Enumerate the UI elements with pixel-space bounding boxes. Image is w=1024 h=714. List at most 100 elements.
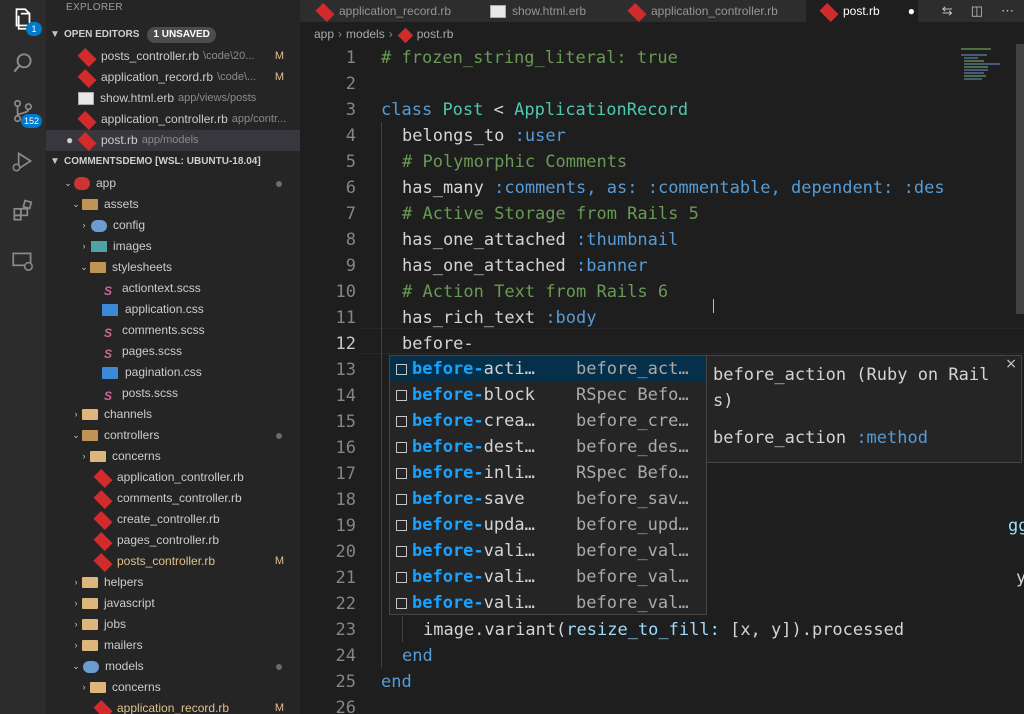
change-dot-icon	[276, 664, 282, 670]
folder-icon	[90, 682, 106, 693]
suggestion-label: before-block	[412, 382, 535, 408]
suggestion-match: before-	[412, 385, 484, 405]
compare-icon[interactable]: ⇆	[942, 3, 953, 19]
open-editor-item-active[interactable]: ● post.rb app/models	[46, 130, 300, 152]
minimap-line	[964, 63, 1000, 65]
tree-file[interactable]: Scomments.scss	[46, 320, 300, 341]
minimap[interactable]	[955, 44, 1015, 244]
tree-folder-javascript[interactable]: › javascript	[46, 593, 300, 614]
tree-file[interactable]: application_controller.rb	[46, 467, 300, 489]
extensions-icon[interactable]	[8, 196, 38, 226]
chevron-down-icon: ▼	[50, 29, 60, 40]
tab-label: application_record.rb	[339, 4, 452, 18]
suggestion-item[interactable]: before-save before_sav…	[390, 486, 706, 512]
tree-file[interactable]: Spages.scss	[46, 341, 300, 362]
tree-file[interactable]: application.css	[46, 299, 300, 320]
suggestion-rest: vali…	[483, 541, 535, 561]
line-number: 11	[335, 308, 356, 328]
line-number: 5	[345, 152, 356, 172]
ruby-file-icon	[93, 510, 113, 531]
tree-file[interactable]: Sposts.scss	[46, 383, 300, 404]
tab-show-html-erb[interactable]: show.html.erb	[488, 0, 586, 22]
suggestion-item[interactable]: before-dest… before_des…	[390, 434, 706, 460]
tree-file[interactable]: comments_controller.rb	[46, 488, 300, 510]
chevron-right-icon: ›	[74, 577, 78, 587]
tree-file[interactable]: application_record.rb M	[46, 698, 300, 714]
scss-file-icon: S	[103, 325, 112, 340]
tree-label: application.css	[125, 302, 204, 316]
tree-folder-mailers[interactable]: › mailers	[46, 635, 300, 656]
tree-label: application_record.rb	[117, 701, 230, 714]
config-folder-icon	[91, 219, 107, 232]
breadcrumb-item[interactable]: models	[346, 27, 385, 41]
images-folder-icon	[91, 241, 107, 252]
scrollbar-thumb[interactable]	[1016, 44, 1024, 314]
tab-post-rb[interactable]: post.rb ●	[806, 0, 918, 22]
explorer-icon[interactable]: 1	[8, 4, 42, 36]
tree-folder-models[interactable]: ⌄ models	[46, 656, 300, 677]
unsaved-dot-icon[interactable]: ●	[908, 2, 915, 20]
open-editor-name: show.html.erb	[100, 91, 175, 105]
close-icon[interactable]: ×	[1005, 356, 1017, 372]
tab-application-controller[interactable]: application_controller.rb	[626, 0, 778, 22]
sidebar-title: EXPLORER	[66, 2, 123, 13]
tree-label: models	[105, 659, 144, 673]
split-editor-icon[interactable]: ◫	[971, 3, 983, 19]
code-line: end	[402, 646, 433, 666]
tree-folder-concerns[interactable]: › concerns	[46, 677, 300, 698]
open-editor-name: application_record.rb	[101, 70, 214, 84]
workspace-header[interactable]: ▼ COMMENTSDEMO [WSL: UBUNTU-18.04]	[46, 151, 300, 173]
line-number: 10	[335, 282, 356, 302]
breadcrumb-item[interactable]: app	[314, 27, 334, 41]
code-token: :thumbnail	[576, 230, 679, 250]
search-icon[interactable]	[8, 48, 38, 78]
tree-file[interactable]: Sactiontext.scss	[46, 278, 300, 299]
tree-file[interactable]: pages_controller.rb	[46, 530, 300, 552]
suggestion-item[interactable]: before-acti… before_act…	[390, 356, 706, 382]
line-number: 12	[335, 334, 356, 354]
tree-folder-config[interactable]: › config	[46, 215, 300, 236]
suggestion-rest: crea…	[483, 411, 535, 431]
open-editor-item[interactable]: show.html.erb app/views/posts	[46, 88, 300, 109]
tab-application-record[interactable]: application_record.rb	[314, 0, 451, 22]
tree-folder-assets[interactable]: ⌄ assets	[46, 194, 300, 215]
suggestion-item[interactable]: before-vali… before_val…	[390, 538, 706, 564]
suggestion-detail: before_act…	[576, 359, 689, 379]
tree-file[interactable]: posts_controller.rb M	[46, 551, 300, 573]
tree-folder-channels[interactable]: › channels	[46, 404, 300, 425]
tree-folder-helpers[interactable]: › helpers	[46, 572, 300, 593]
tree-folder-concerns[interactable]: › concerns	[46, 446, 300, 467]
tree-folder-app[interactable]: ⌄ app	[46, 173, 300, 194]
tree-file[interactable]: pagination.css	[46, 362, 300, 383]
models-folder-icon	[83, 660, 99, 673]
suggestion-label: before-save	[412, 486, 525, 512]
open-editor-item[interactable]: application_record.rb \code\... M	[46, 67, 300, 89]
code-line: belongs_to :user	[402, 126, 566, 146]
tree-folder-images[interactable]: › images	[46, 236, 300, 257]
suggestion-item[interactable]: before-vali… before_val…	[390, 564, 706, 590]
tab-label: show.html.erb	[512, 4, 587, 18]
suggestion-item[interactable]: before-crea… before_cre…	[390, 408, 706, 434]
breadcrumb-item[interactable]: post.rb	[417, 27, 454, 41]
suggestion-detail: RSpec Befo…	[576, 463, 689, 483]
tree-label: posts.scss	[122, 386, 179, 400]
run-debug-icon[interactable]	[8, 146, 38, 176]
open-editors-header[interactable]: ▼ OPEN EDITORS 1 UNSAVED	[46, 24, 300, 46]
suggestion-item[interactable]: before-block RSpec Befo…	[390, 382, 706, 408]
source-control-icon[interactable]: 152	[8, 96, 42, 128]
chevron-right-icon: ›	[338, 27, 343, 41]
suggestion-item[interactable]: before-inli… RSpec Befo…	[390, 460, 706, 486]
tree-file[interactable]: create_controller.rb	[46, 509, 300, 531]
open-editor-item[interactable]: posts_controller.rb \code\20... M	[46, 46, 300, 68]
open-editor-item[interactable]: application_controller.rb app/contr...	[46, 109, 300, 131]
suggestion-item[interactable]: before-vali… before_val…	[390, 590, 706, 616]
unsaved-dot-icon[interactable]: ●	[66, 130, 76, 151]
open-editor-name: post.rb	[101, 133, 138, 147]
tree-folder-controllers[interactable]: ⌄ controllers	[46, 425, 300, 446]
tree-folder-jobs[interactable]: › jobs	[46, 614, 300, 635]
more-actions-icon[interactable]: ⋯	[1001, 3, 1014, 19]
remote-explorer-icon[interactable]	[8, 246, 38, 276]
suggestion-item[interactable]: before-upda… before_upd…	[390, 512, 706, 538]
snippet-icon	[396, 390, 407, 401]
tree-folder-stylesheets[interactable]: ⌄ stylesheets	[46, 257, 300, 278]
